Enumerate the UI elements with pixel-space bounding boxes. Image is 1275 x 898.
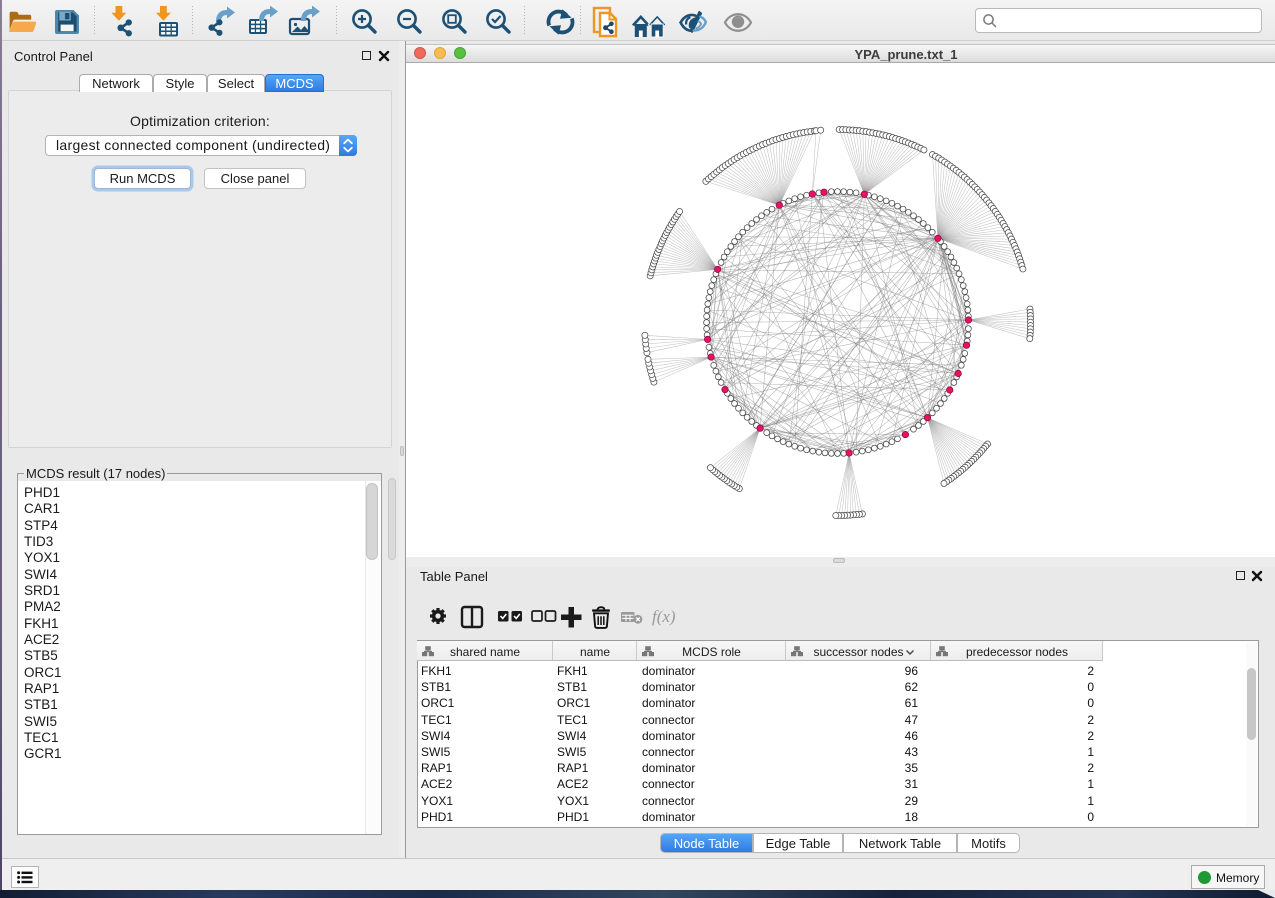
svg-text:f(x): f(x) xyxy=(652,607,676,626)
